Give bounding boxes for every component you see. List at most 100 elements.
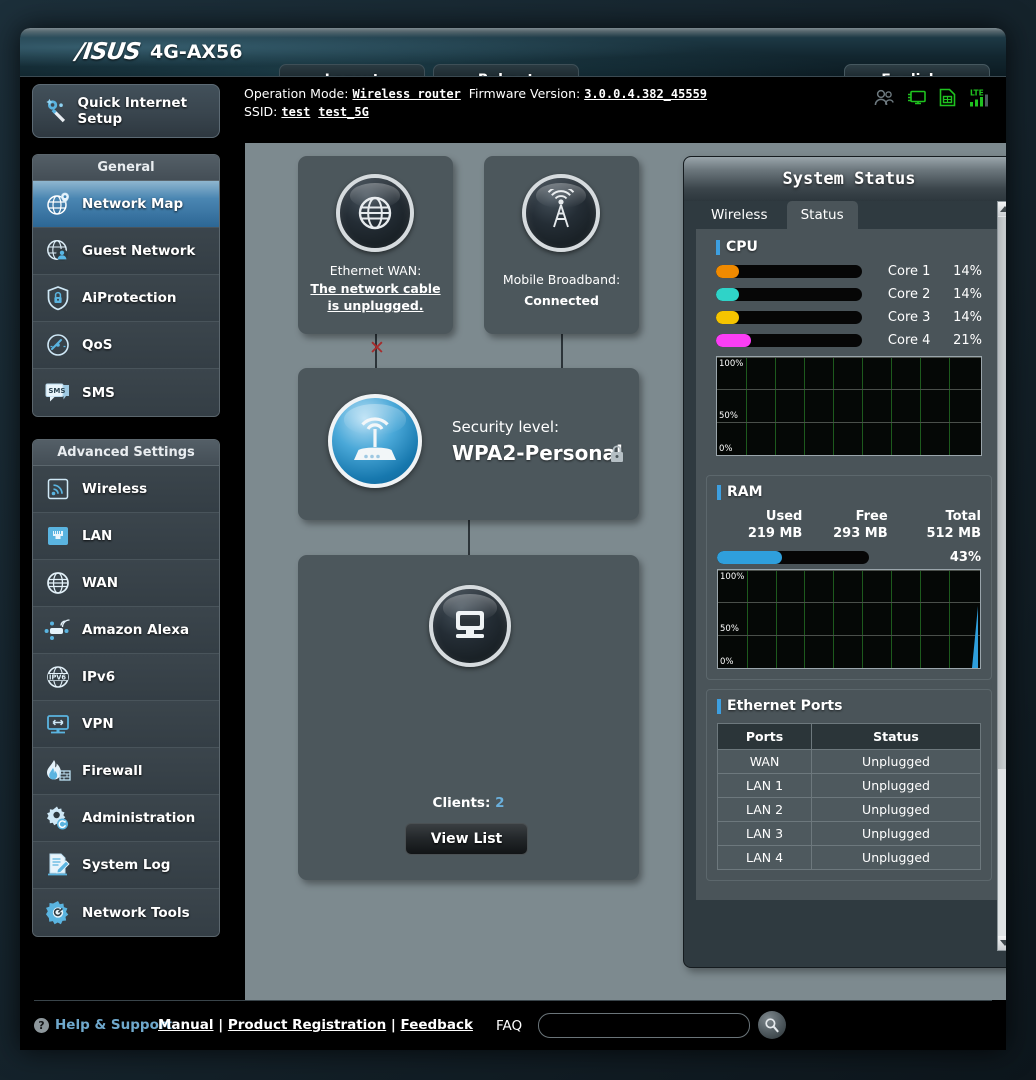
system-status-title: System Status	[684, 157, 1006, 201]
scrollbar-thumb[interactable]	[998, 217, 1006, 769]
help-and-support-label: Help & Support	[55, 1017, 172, 1033]
sidebar-item-label: WAN	[82, 575, 119, 591]
system-status-body: CPU Core 1 14% Core 2 14% Core 3 14% Cor…	[696, 229, 1002, 900]
sidebar-item-label: SMS	[82, 384, 115, 401]
ram-free-value: 293 MB	[833, 526, 888, 541]
alexa-icon	[43, 615, 73, 645]
lock-icon	[611, 445, 623, 462]
mobile-broadband-node[interactable]: Mobile Broadband: Connected	[484, 156, 639, 334]
search-icon	[765, 1018, 779, 1033]
system-status-scrollbar[interactable]	[997, 201, 1006, 951]
sidebar-item-system-log[interactable]: System Log	[33, 842, 219, 889]
sim-card-icon[interactable]	[939, 88, 956, 107]
tab-status[interactable]: Status	[786, 201, 858, 229]
header-status-icons: LTE	[874, 88, 992, 107]
port-name: WAN	[716, 749, 813, 774]
operation-mode-value[interactable]: Wireless router	[352, 87, 460, 101]
clients-count-row: Clients: 2	[298, 795, 639, 811]
cpu-core-1-percent: 14%	[953, 264, 982, 279]
router-icon	[328, 394, 422, 488]
firmware-label: Firmware Version:	[468, 86, 581, 101]
sidebar-item-vpn[interactable]: VPN	[33, 701, 219, 748]
cpu-core-3-bar	[716, 311, 862, 324]
screen-share-icon[interactable]	[906, 89, 927, 107]
manual-link[interactable]: Manual	[158, 1017, 214, 1033]
sidebar-item-amazon-alexa[interactable]: Amazon Alexa	[33, 607, 219, 654]
ram-usage-row: 43%	[717, 550, 981, 565]
port-status: Unplugged	[811, 845, 981, 870]
sidebar: Quick Internet Setup General Network Map…	[32, 84, 232, 937]
faq-label: FAQ	[496, 1018, 523, 1034]
sidebar-item-label: System Log	[82, 857, 171, 873]
ssid-2g-link[interactable]: test	[281, 105, 310, 119]
cpu-core-3-label: Core 3	[887, 310, 931, 325]
sidebar-item-wireless[interactable]: Wireless	[33, 466, 219, 513]
system-status-panel: System Status Wireless Status CPU Core 1…	[683, 156, 1006, 968]
sidebar-item-sms[interactable]: SMS SMS	[33, 369, 219, 416]
help-and-support-link[interactable]: ? Help & Support	[34, 1017, 172, 1033]
gear-sync-icon	[43, 803, 73, 833]
sidebar-item-label: Administration	[82, 810, 196, 826]
view-list-button[interactable]: View List	[405, 823, 528, 855]
cpu-graph-y-50: 50%	[719, 410, 738, 421]
cell-tower-icon	[522, 174, 600, 252]
gear-wrench-icon	[43, 898, 73, 928]
divider	[20, 76, 1006, 77]
router-node[interactable]: Security level: WPA2-Personal	[298, 368, 639, 520]
feedback-link[interactable]: Feedback	[401, 1017, 473, 1033]
mobile-broadband-status: Connected	[524, 293, 599, 308]
ram-total-value: 512 MB	[926, 526, 981, 541]
product-registration-link[interactable]: Product Registration	[228, 1017, 386, 1033]
scroll-down-arrow-icon[interactable]	[998, 936, 1006, 950]
ethernet-wan-status-link[interactable]: The network cable is unplugged.	[310, 281, 440, 313]
lte-signal-icon[interactable]: LTE	[968, 88, 992, 107]
wan-disconnect-mark: ✕	[369, 337, 385, 359]
sidebar-item-network-tools[interactable]: Network Tools	[33, 889, 219, 936]
faq-search-input[interactable]	[538, 1013, 750, 1038]
ethernet-wan-node[interactable]: Ethernet WAN: The network cable is unplu…	[298, 156, 453, 334]
header-bar: /ISUS 4G-AX56 Logout Reboot English	[20, 28, 1006, 96]
faq-search-button[interactable]	[758, 1011, 786, 1039]
link-router-to-clients	[468, 520, 470, 555]
column-header-ports: Ports	[716, 723, 813, 750]
sidebar-item-administration[interactable]: Administration	[33, 795, 219, 842]
sidebar-item-guest-network[interactable]: Guest Network	[33, 228, 219, 275]
sidebar-item-wan[interactable]: WAN	[33, 560, 219, 607]
table-header-row: Ports Status	[716, 723, 981, 750]
question-mark-icon: ?	[34, 1017, 49, 1033]
scroll-up-arrow-icon[interactable]	[998, 202, 1006, 216]
port-status: Unplugged	[811, 749, 981, 774]
router-model-label: 4G-AX56	[150, 41, 243, 63]
sidebar-item-lan[interactable]: LAN	[33, 513, 219, 560]
quick-internet-setup-button[interactable]: Quick Internet Setup	[32, 84, 220, 138]
ram-used-value: 219 MB	[747, 526, 803, 541]
ram-used-label: Used	[765, 509, 803, 524]
cpu-core-row: Core 1 14%	[716, 264, 982, 279]
sidebar-item-firewall[interactable]: Firewall	[33, 748, 219, 795]
cpu-core-row: Core 3 14%	[716, 310, 982, 325]
clients-count: 2	[495, 795, 505, 811]
sms-icon: SMS	[43, 378, 73, 408]
table-row: LAN 2 Unplugged	[716, 797, 981, 822]
column-header-status: Status	[811, 723, 981, 750]
sidebar-item-label: QoS	[82, 337, 113, 353]
sidebar-item-ipv6[interactable]: IPV6 IPv6	[33, 654, 219, 701]
sidebar-item-network-map[interactable]: Network Map	[33, 181, 219, 228]
cpu-core-4-label: Core 4	[887, 333, 931, 348]
sidebar-item-qos[interactable]: QoS	[33, 322, 219, 369]
ram-header-row: Used Free Total	[717, 509, 981, 524]
divider	[34, 1000, 992, 1001]
tab-wireless[interactable]: Wireless	[697, 201, 782, 229]
sidebar-item-aiprotection[interactable]: AiProtection	[33, 275, 219, 322]
sidebar-item-label: VPN	[82, 716, 114, 732]
nav-group-general: General Network Map Guest Network AiProt…	[32, 154, 220, 417]
vpn-monitor-icon	[43, 709, 73, 739]
clients-node[interactable]: Clients: 2 View List	[298, 555, 639, 880]
nav-group-advanced-title: Advanced Settings	[33, 440, 219, 466]
ssid-5g-link[interactable]: test_5G	[318, 105, 369, 119]
users-icon[interactable]	[874, 89, 894, 107]
firmware-version-value[interactable]: 3.0.0.4.382_45559	[584, 87, 707, 101]
ram-graph-y-0: 0%	[720, 657, 734, 667]
monitor-icon	[429, 585, 511, 667]
sidebar-item-label: Amazon Alexa	[82, 622, 190, 638]
